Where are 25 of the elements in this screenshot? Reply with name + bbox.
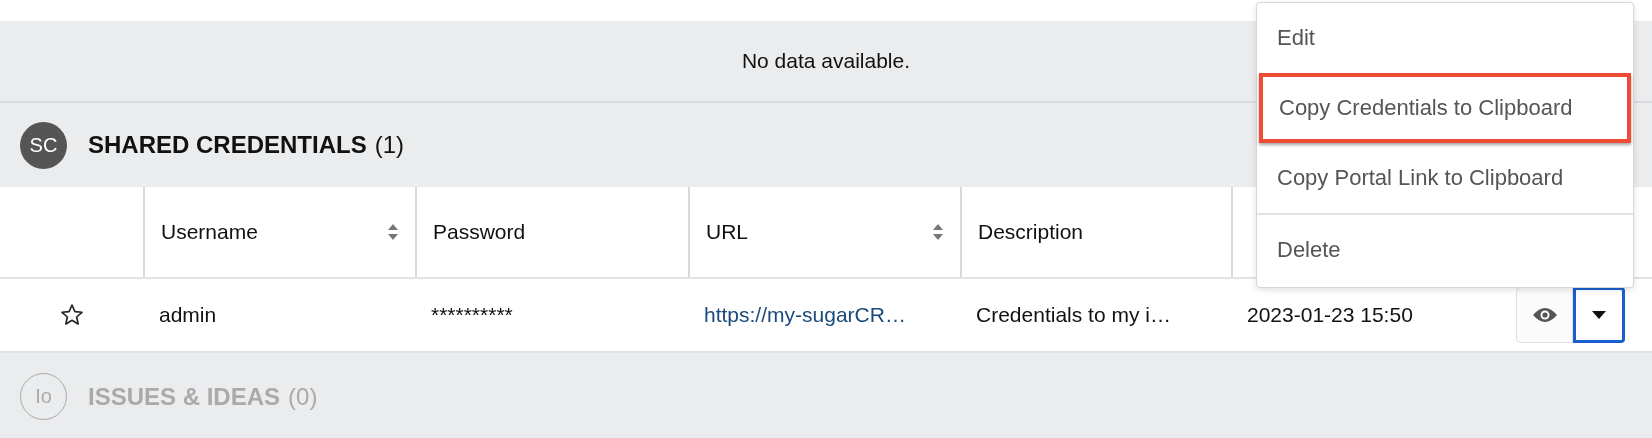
caret-icon [1592,311,1606,319]
module-badge: SC [20,121,67,169]
record-count: (1) [374,131,405,159]
column-header[interactable]: Username [143,187,415,277]
star-icon[interactable] [59,303,84,327]
menu-item[interactable]: Delete [1257,215,1633,285]
eye-icon [1531,307,1558,323]
record-count: (0) [288,382,318,411]
empty-message: No data available. [741,49,911,73]
dropdown-button[interactable] [1573,287,1625,343]
menu-item[interactable]: Copy Credentials to Clipboard [1259,73,1631,143]
url-link[interactable]: https://my-sugarCR… [704,303,906,327]
table-cell: 2023-01-23 15:50 [1247,303,1413,327]
menu-item[interactable]: Edit [1257,3,1633,73]
table-cell: Credentials to my i… [976,303,1171,327]
column-header[interactable]: URL [688,187,960,277]
column-header[interactable]: Description [960,187,1231,277]
section-title[interactable]: SHARED CREDENTIALS [88,131,367,159]
table-cell: admin [159,303,217,327]
preview-button[interactable] [1516,287,1573,343]
sort-icon [932,223,944,241]
column-header[interactable]: Password [415,187,688,277]
table-cell: ********** [431,303,513,327]
sort-icon [387,223,399,241]
menu-item[interactable]: Copy Portal Link to Clipboard [1257,143,1633,213]
